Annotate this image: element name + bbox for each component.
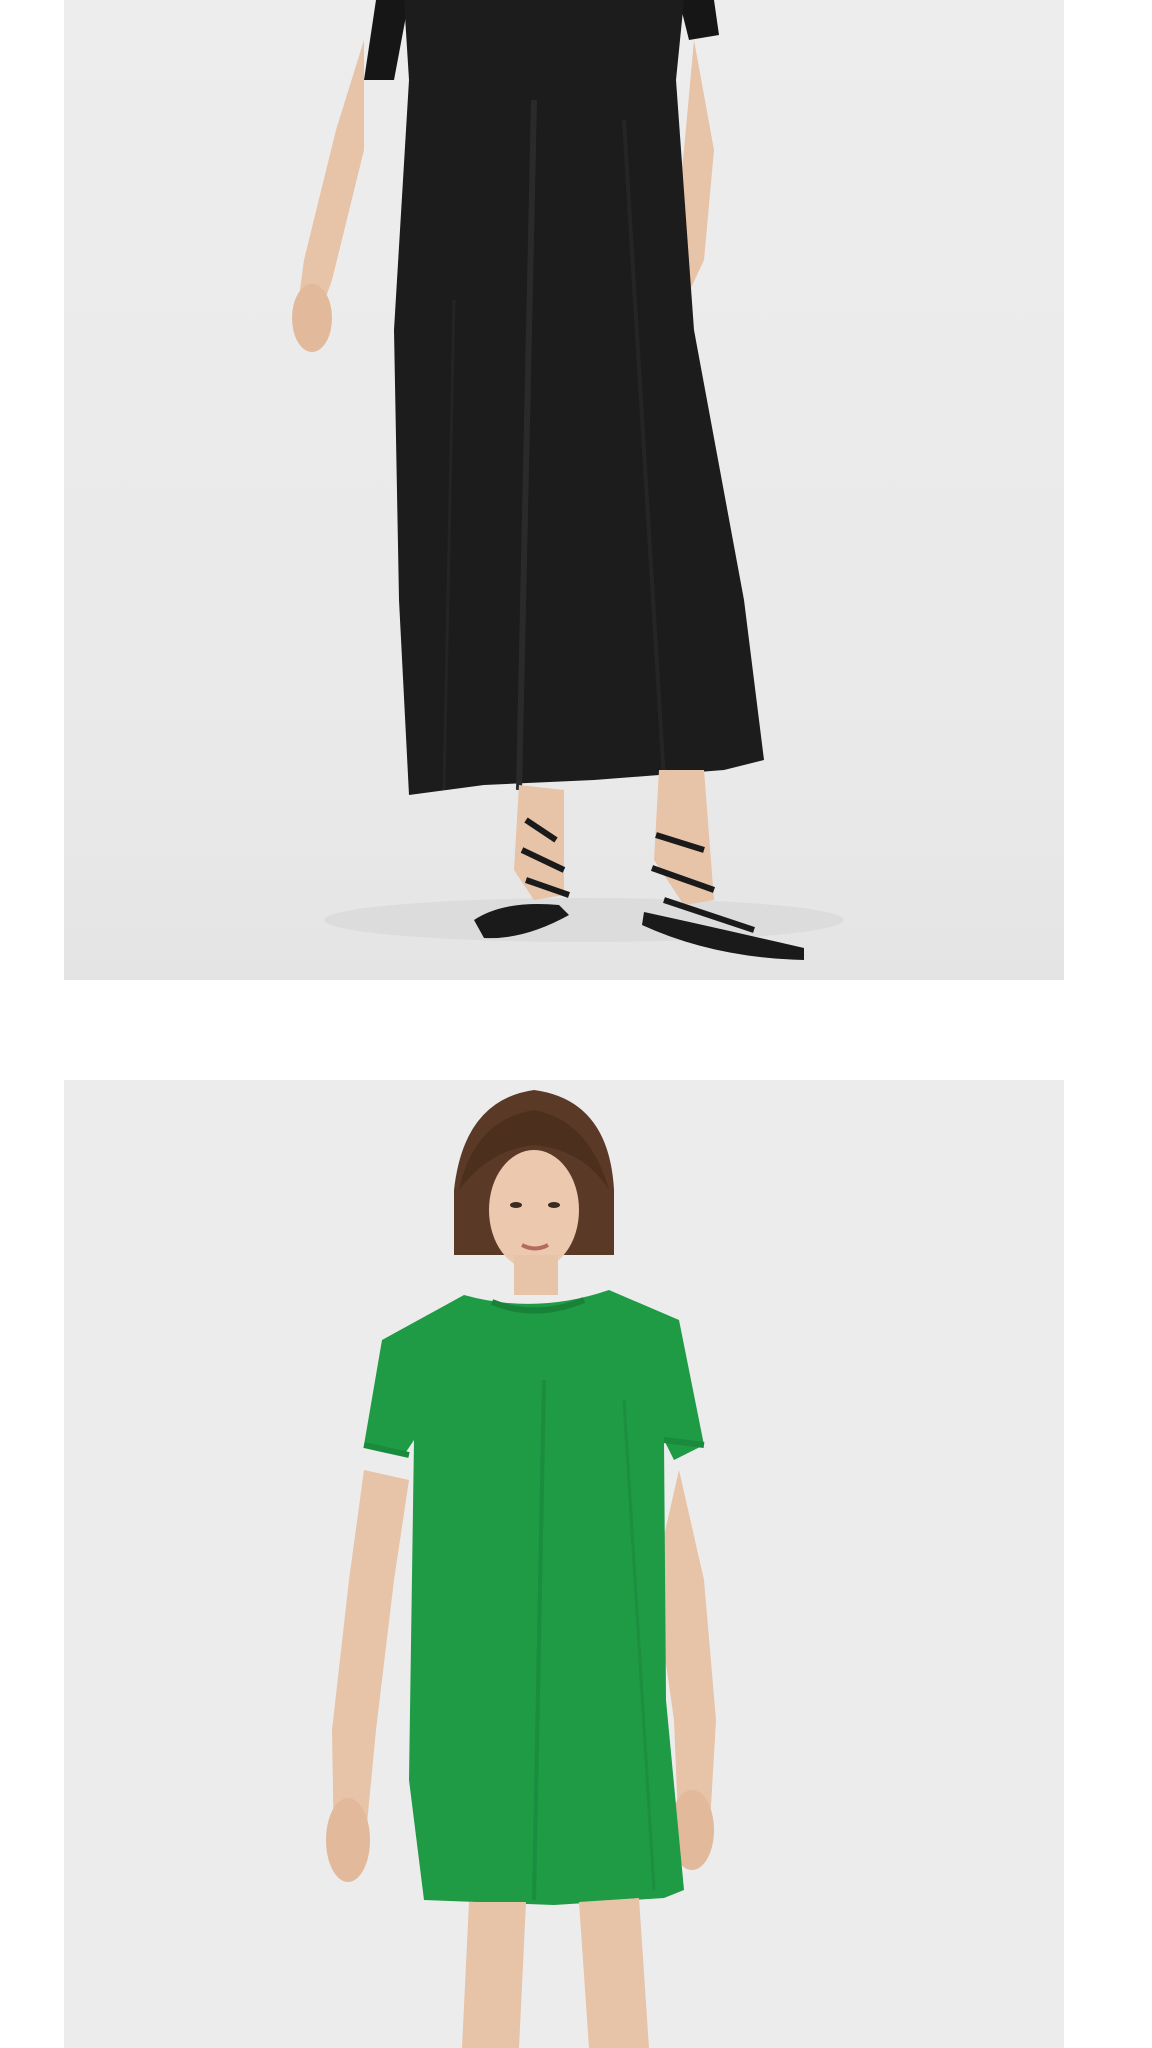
product-photo-green-dress[interactable] [64,1080,1064,2048]
product-photo-black-dress[interactable] [64,0,1064,980]
product-image-feed [0,0,1152,2048]
product-card-black-dress[interactable] [64,0,1064,980]
product-card-green-dress[interactable] [64,1080,1064,2048]
